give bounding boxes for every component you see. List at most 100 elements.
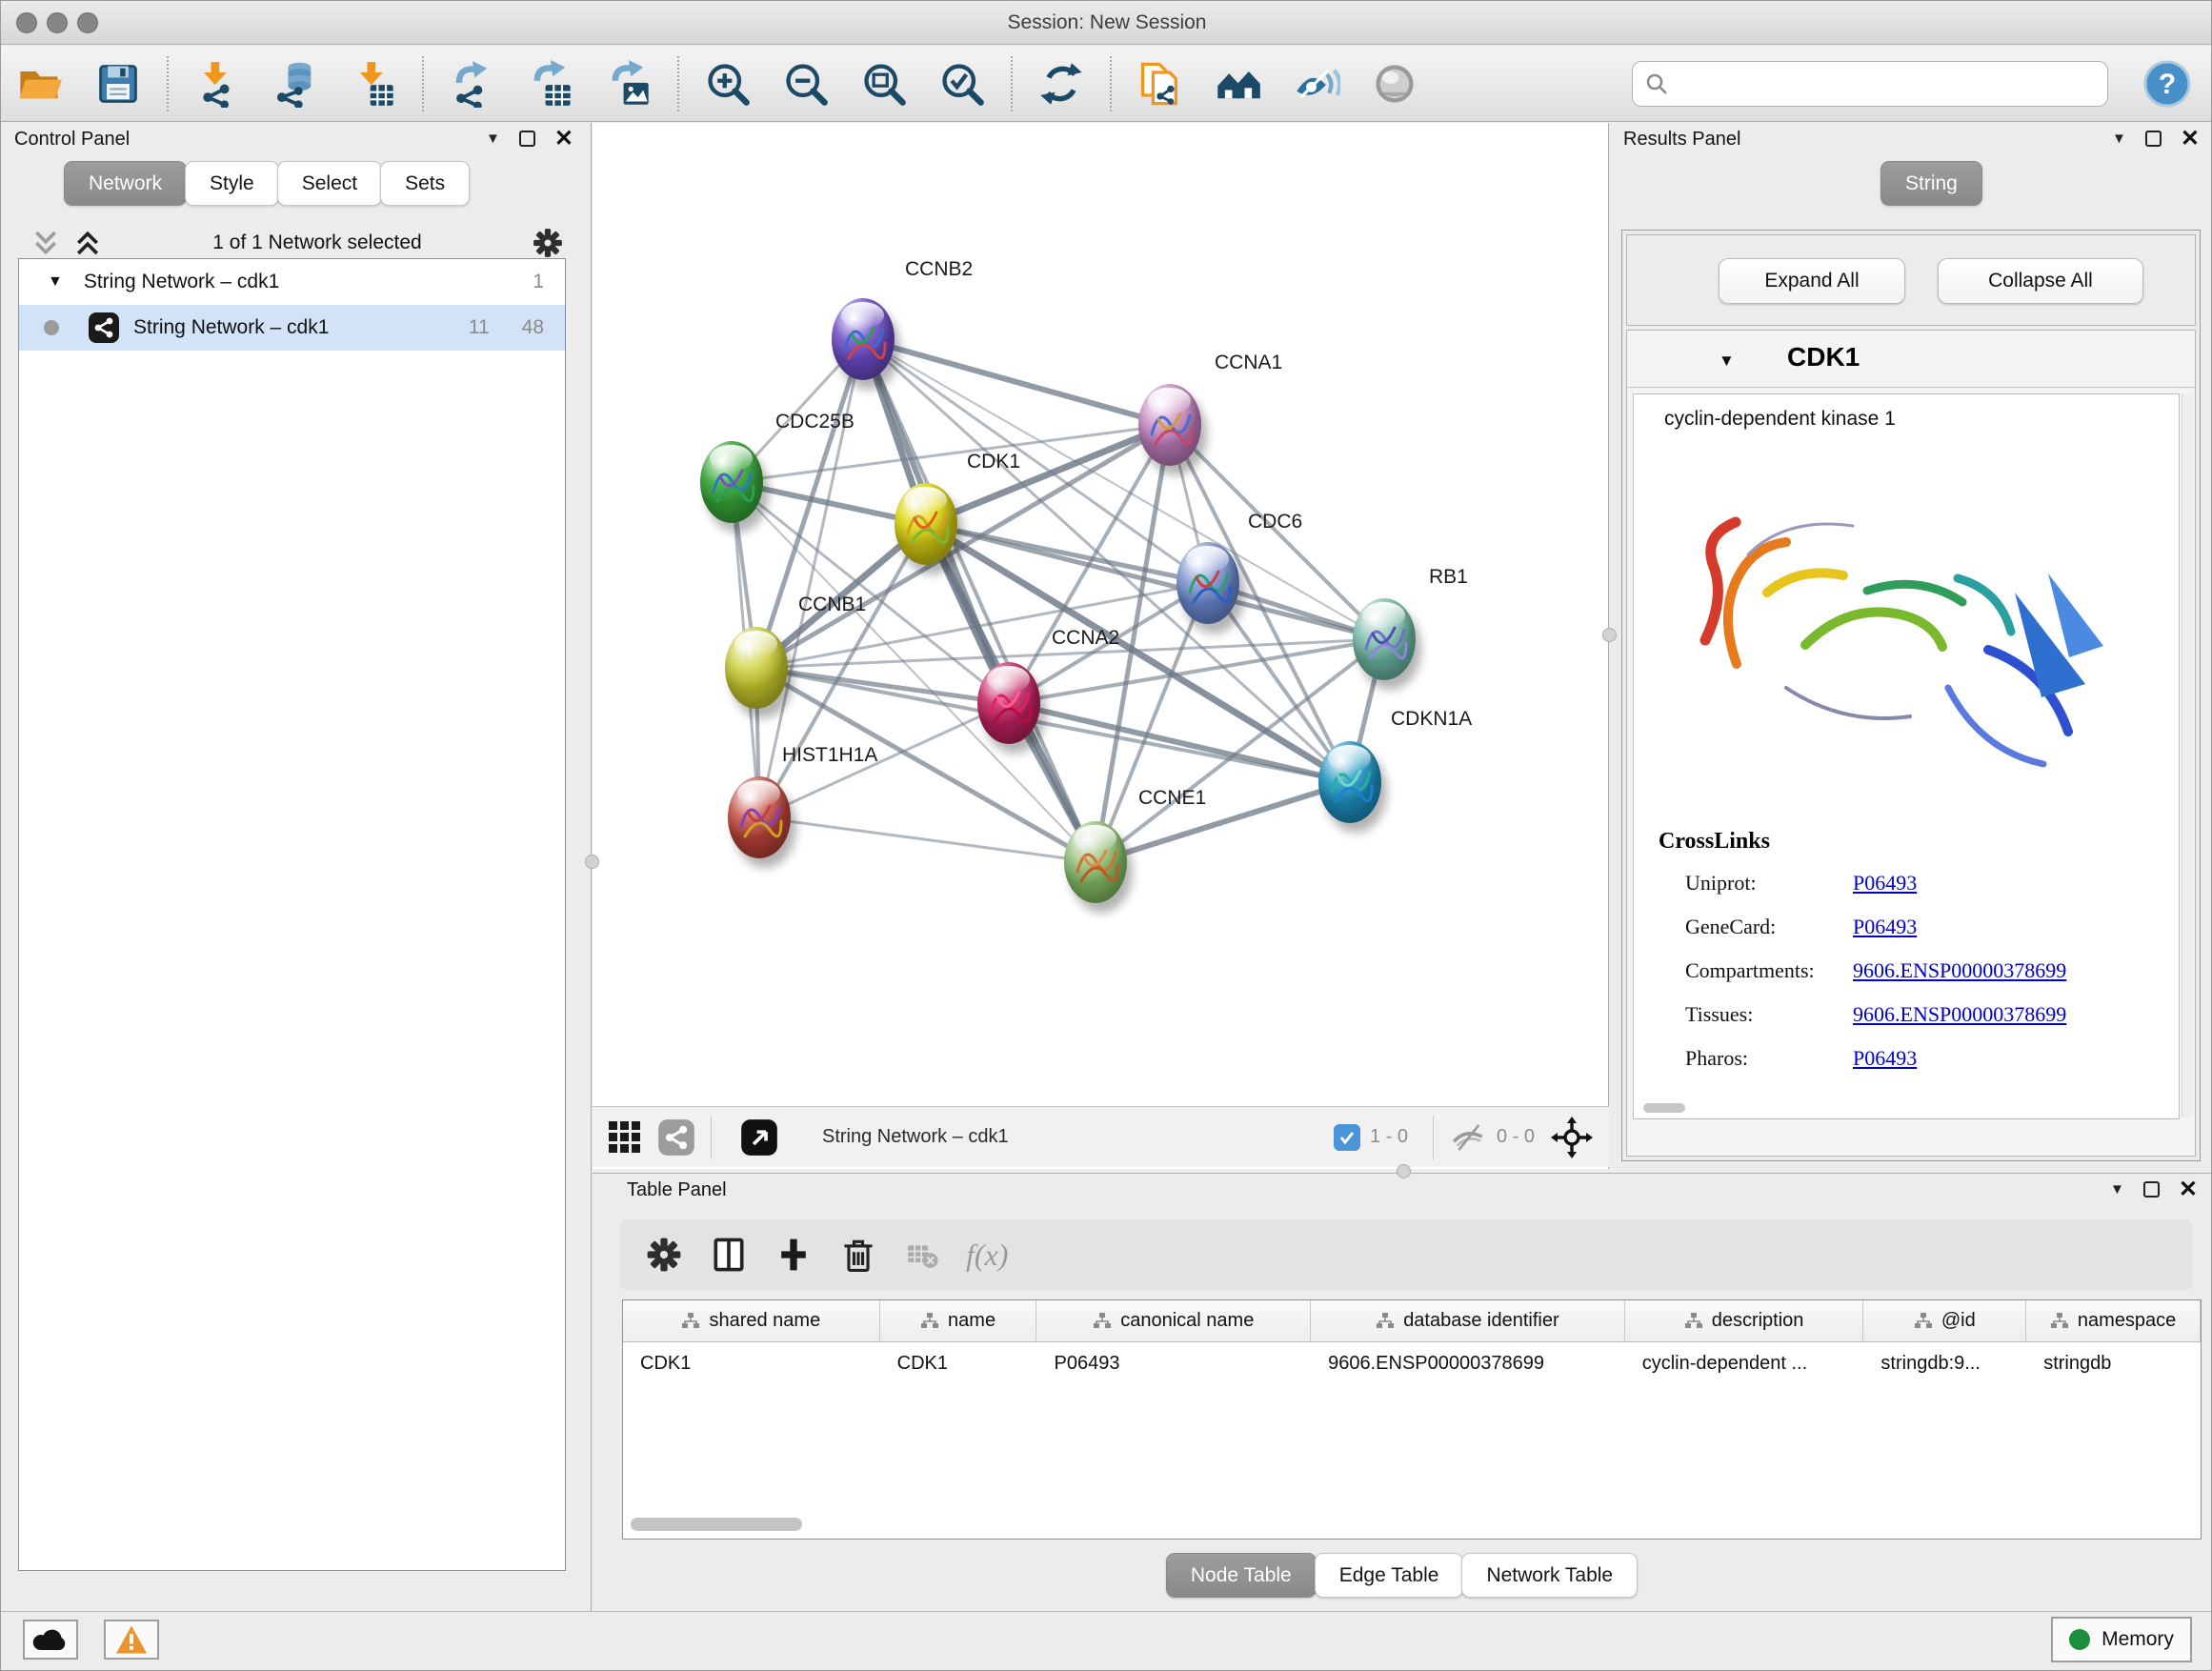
results-vscroll[interactable] [2182, 393, 2193, 1117]
collapse-all-networks-icon[interactable] [30, 227, 62, 259]
birdseye-grid-icon[interactable] [606, 1118, 644, 1157]
node-CDC6[interactable] [1176, 542, 1239, 624]
search-field[interactable] [1632, 61, 2108, 107]
tab-network-table[interactable]: Network Table [1461, 1553, 1638, 1598]
node-CDC25B[interactable] [700, 441, 763, 523]
zoom-selected-button[interactable] [935, 57, 989, 111]
tree-expand-icon[interactable]: ▼ [48, 273, 63, 291]
tab-network[interactable]: Network [64, 161, 187, 206]
node-CCNE1[interactable] [1064, 821, 1127, 903]
apply-layout-button[interactable] [1035, 57, 1088, 111]
table-options-gear-icon[interactable] [644, 1235, 684, 1275]
table-panel-close-icon[interactable]: ✕ [2179, 1181, 2198, 1198]
table-hscroll-thumb[interactable] [631, 1518, 802, 1531]
table-cell[interactable]: cyclin-dependent ... [1625, 1342, 1864, 1384]
network-collection-row[interactable]: ▼ String Network – cdk1 1 [19, 259, 565, 305]
string-protein-query-button[interactable] [1134, 57, 1187, 111]
help-button[interactable]: ? [2142, 59, 2192, 113]
fit-content-crosshair-icon[interactable] [1550, 1116, 1594, 1159]
warnings-button[interactable] [104, 1620, 159, 1660]
detach-view-icon[interactable] [740, 1118, 778, 1157]
left-splitter-handle[interactable] [585, 855, 599, 869]
gene-section-header[interactable]: ▼ CDK1 [1627, 334, 2195, 388]
tab-select[interactable]: Select [277, 161, 382, 206]
crosslink-link[interactable]: 9606.ENSP00000378699 [1853, 958, 2066, 1002]
table-cell[interactable]: CDK1 [880, 1342, 1037, 1384]
crosslink-link[interactable]: P06493 [1853, 915, 1917, 958]
hidden-edges-eye-icon[interactable] [1449, 1118, 1487, 1157]
network-options-gear-icon[interactable] [531, 226, 565, 260]
results-panel-float-icon[interactable] [2145, 131, 2162, 147]
search-input[interactable] [1669, 73, 2069, 95]
tab-string[interactable]: String [1880, 161, 1982, 206]
string-home-button[interactable] [1212, 57, 1265, 111]
export-network-button[interactable] [446, 57, 499, 111]
column-header-sharedname[interactable]: shared name [623, 1300, 880, 1341]
table-panel-float-icon[interactable] [2143, 1181, 2160, 1198]
import-table-button[interactable] [347, 57, 400, 111]
collapse-all-button[interactable]: Collapse All [1938, 258, 2143, 304]
show-graphics-details-button[interactable] [1368, 57, 1421, 111]
network-row[interactable]: String Network – cdk1 11 48 [19, 305, 565, 351]
import-network-button[interactable] [191, 57, 244, 111]
control-panel-close-icon[interactable]: ✕ [554, 131, 573, 147]
import-network-from-database-button[interactable] [269, 57, 322, 111]
memory-button[interactable]: Memory [2051, 1617, 2192, 1662]
node-CDK1[interactable] [895, 483, 957, 565]
enhanced-graphics-button[interactable] [1290, 57, 1343, 111]
zoom-in-button[interactable] [701, 57, 754, 111]
tab-edge-table[interactable]: Edge Table [1315, 1553, 1464, 1598]
column-header-canonicalname[interactable]: canonical name [1036, 1300, 1311, 1341]
column-header-name[interactable]: name [880, 1300, 1037, 1341]
save-session-button[interactable] [91, 57, 145, 111]
tab-node-table[interactable]: Node Table [1166, 1553, 1317, 1598]
expand-all-networks-icon[interactable] [71, 227, 104, 259]
automation-status-button[interactable] [23, 1620, 78, 1660]
edge-HIST1H1A-CCNE1[interactable] [759, 817, 1096, 862]
delete-column-trash-icon[interactable] [838, 1235, 878, 1275]
column-header-namespace[interactable]: namespace [2026, 1300, 2201, 1341]
node-CCNB1[interactable] [725, 627, 788, 709]
table-row[interactable]: CDK1CDK1P064939606.ENSP00000378699cyclin… [623, 1342, 2201, 1384]
column-header-id[interactable]: @id [1863, 1300, 2026, 1341]
selected-nodes-checkbox[interactable] [1334, 1124, 1360, 1151]
table-cell[interactable]: 9606.ENSP00000378699 [1311, 1342, 1625, 1384]
table-panel-collapse-icon[interactable]: ▼ [2110, 1181, 2124, 1198]
column-header-databaseidentifier[interactable]: database identifier [1311, 1300, 1625, 1341]
export-image-button[interactable] [602, 57, 655, 111]
export-table-button[interactable] [524, 57, 577, 111]
node-HIST1H1A[interactable] [728, 776, 791, 858]
zoom-out-button[interactable] [779, 57, 833, 111]
node-CCNB2[interactable] [832, 298, 895, 380]
open-session-button[interactable] [13, 57, 67, 111]
node-CCNA1[interactable] [1138, 384, 1201, 466]
results-hscroll-thumb[interactable] [1643, 1103, 1685, 1113]
table-cell[interactable]: stringdb [2026, 1342, 2201, 1384]
gene-collapse-icon[interactable]: ▼ [1719, 352, 1735, 371]
create-column-plus-icon[interactable] [774, 1235, 814, 1275]
right-splitter-handle[interactable] [1602, 628, 1617, 642]
tab-sets[interactable]: Sets [380, 161, 470, 206]
crosslink-link[interactable]: P06493 [1853, 871, 1917, 915]
crosslink-link[interactable]: P06493 [1853, 1046, 1917, 1090]
results-panel-collapse-icon[interactable]: ▼ [2112, 131, 2126, 147]
node-CDKN1A[interactable] [1318, 741, 1381, 823]
zoom-fit-button[interactable] [857, 57, 911, 111]
crosslink-link[interactable]: 9606.ENSP00000378699 [1853, 1002, 2066, 1046]
control-panel-float-icon[interactable] [519, 131, 535, 147]
expand-all-button[interactable]: Expand All [1719, 258, 1905, 304]
node-CCNA2[interactable] [977, 662, 1040, 744]
network-canvas[interactable]: CCNB2CCNA1CDC25BCDK1CDC6RB1CCNB1CCNA2CDK… [605, 125, 1601, 1106]
column-header-description[interactable]: description [1625, 1300, 1864, 1341]
node-RB1[interactable] [1353, 598, 1416, 680]
edge-CDKN1A-CCNE1[interactable] [1096, 782, 1350, 862]
table-cell[interactable]: stringdb:9... [1863, 1342, 2026, 1384]
network-share-gray-icon[interactable] [657, 1118, 695, 1157]
results-panel-close-icon[interactable]: ✕ [2181, 131, 2200, 147]
edge-CCNB2-CCNE1[interactable] [863, 339, 1096, 862]
show-columns-icon[interactable] [709, 1235, 749, 1275]
table-cell[interactable]: P06493 [1036, 1342, 1311, 1384]
table-cell[interactable]: CDK1 [623, 1342, 880, 1384]
bottom-splitter-handle[interactable] [1397, 1164, 1411, 1178]
edge-CCNA2-CDKN1A[interactable] [1009, 703, 1350, 782]
